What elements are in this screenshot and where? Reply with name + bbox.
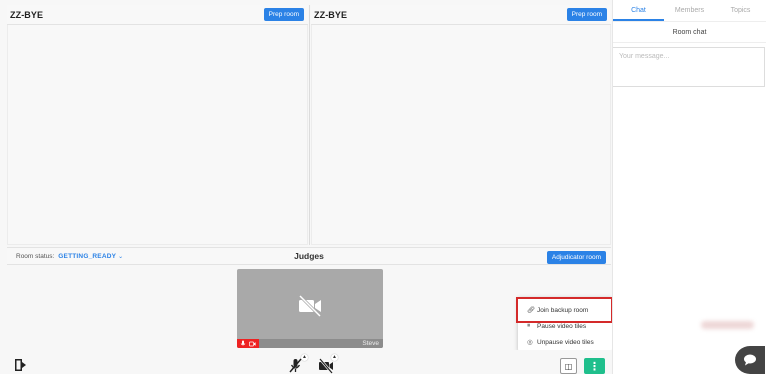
chevron-down-icon[interactable]: ⌄	[118, 253, 123, 260]
menu-item-label: Unpause video tiles	[537, 338, 594, 346]
participant-name: Steve	[362, 340, 379, 347]
tab-chat[interactable]: Chat	[613, 0, 664, 21]
chat-bubble-icon	[744, 354, 756, 366]
mic-off-icon	[240, 340, 246, 346]
chat-launcher-button[interactable]	[735, 346, 765, 374]
room-panel-left: ZZ-BYE Prep room	[7, 5, 308, 245]
video-tile[interactable]: Steve	[237, 269, 383, 348]
layout-toggle-button[interactable]: ◫	[560, 358, 577, 374]
tab-members[interactable]: Members	[664, 0, 715, 21]
blurred-notification	[701, 321, 754, 329]
judges-title: Judges	[294, 251, 324, 261]
room-status-label: Room status:	[16, 252, 55, 260]
vertical-dots-icon: ⋮	[589, 360, 600, 373]
more-options-button[interactable]: ⋮	[584, 358, 605, 374]
chevron-up-icon[interactable]: ▲	[331, 354, 338, 361]
tab-topics[interactable]: Topics	[715, 0, 766, 21]
sidebar-tabs: Chat Members Topics	[613, 0, 766, 22]
room-header: ZZ-BYE Prep room	[311, 5, 611, 25]
tile-footer: Steve	[237, 339, 383, 348]
room-title: ZZ-BYE	[10, 9, 44, 20]
camera-toggle[interactable]: ▲	[317, 354, 338, 374]
room-panel-right: ZZ-BYE Prep room	[311, 5, 611, 245]
highlight-box	[516, 297, 613, 323]
grid-icon: ◫	[564, 361, 573, 371]
room-video-area	[7, 25, 308, 245]
prep-room-button[interactable]: Prep room	[566, 8, 607, 21]
room-video-area	[311, 25, 611, 245]
message-input[interactable]	[613, 47, 765, 87]
microphone-toggle[interactable]: ▲	[287, 354, 308, 374]
exit-room-icon[interactable]	[14, 358, 28, 372]
chat-sidebar: Chat Members Topics Room chat	[612, 0, 766, 374]
judges-bar: Room status: GETTING_READY ⌄ Judges Adju…	[7, 247, 611, 265]
menu-item-label: Pause video tiles	[537, 322, 587, 330]
muted-badges	[237, 339, 259, 348]
pause-icon: ⏸︎	[527, 322, 531, 329]
chevron-up-icon[interactable]: ▲	[301, 354, 308, 361]
room-divider	[309, 5, 310, 245]
camera-off-icon	[298, 295, 322, 317]
prep-room-button[interactable]: Prep room	[263, 8, 304, 21]
room-title: ZZ-BYE	[314, 9, 348, 20]
adjudicator-room-button[interactable]: Adjudicator room	[546, 251, 606, 264]
play-circle-icon: ◎	[527, 339, 533, 346]
menu-item-unpause-video-tiles[interactable]: ◎ Unpause video tiles	[518, 334, 612, 350]
room-chat-label: Room chat	[613, 22, 766, 43]
camera-off-icon	[248, 341, 256, 346]
room-header: ZZ-BYE Prep room	[7, 5, 308, 25]
room-status-dropdown[interactable]: GETTING_READY	[58, 253, 116, 260]
